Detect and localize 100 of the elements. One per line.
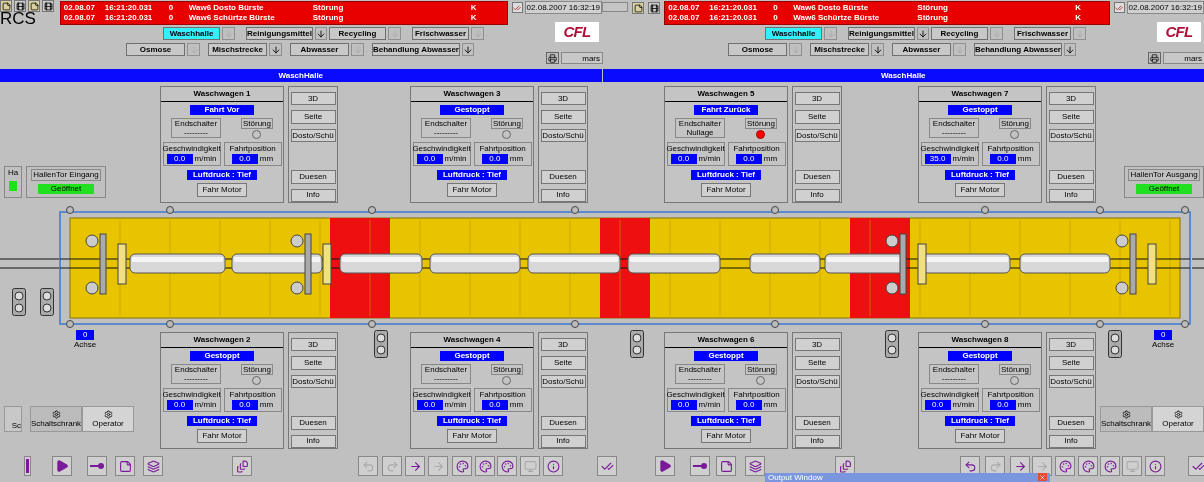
side-button[interactable]: Info [794, 188, 840, 203]
motor-button[interactable]: Fahr Motor [955, 183, 1005, 197]
nav-button[interactable]: Frischwasser [1014, 27, 1071, 40]
side-button[interactable]: Dosto/Schü [794, 374, 840, 389]
side-button[interactable]: Seite [290, 356, 336, 370]
side-button[interactable]: Duesen [540, 416, 586, 430]
side-button[interactable]: Seite [1048, 110, 1094, 124]
nav-button[interactable]: Recycling [329, 27, 386, 40]
cabinet-button[interactable]: Schaltschrank [30, 406, 82, 432]
checkmark-icon[interactable] [597, 456, 617, 476]
side-button[interactable]: Seite [290, 110, 336, 124]
motor-button[interactable]: Fahr Motor [447, 183, 497, 197]
note-icon[interactable] [28, 0, 40, 12]
side-button[interactable]: Info [290, 434, 336, 449]
printer-icon[interactable] [546, 52, 559, 64]
side-button[interactable]: Duesen [794, 416, 840, 430]
side-button[interactable]: Info [794, 434, 840, 449]
film-icon[interactable] [14, 0, 26, 12]
side-button[interactable]: 3D [290, 338, 336, 352]
side-button[interactable]: 3D [1048, 92, 1094, 106]
side-button[interactable]: Seite [794, 356, 840, 370]
nav-button[interactable]: Abwasser [290, 43, 349, 56]
palette-icon[interactable] [497, 456, 517, 476]
nav-button[interactable]: Recycling [931, 27, 988, 40]
printer-icon[interactable] [1148, 52, 1161, 64]
side-button[interactable]: Duesen [794, 170, 840, 184]
side-button[interactable]: 3D [290, 92, 336, 106]
motor-button[interactable]: Fahr Motor [197, 429, 247, 443]
side-button[interactable]: Dosto/Schü [794, 128, 840, 143]
key-icon[interactable] [690, 456, 710, 476]
side-button[interactable]: 3D [540, 338, 586, 352]
key-icon[interactable] [87, 456, 107, 476]
bar-icon[interactable] [24, 456, 31, 476]
stack-icon[interactable] [745, 456, 765, 476]
motor-button[interactable]: Fahr Motor [701, 429, 751, 443]
nav-button[interactable]: Osmose [728, 43, 787, 56]
cabinet-button[interactable]: Operator [1152, 406, 1204, 432]
checkmark-icon[interactable] [511, 2, 523, 13]
note-icon[interactable] [0, 0, 12, 12]
side-button[interactable]: Info [540, 434, 586, 449]
film-icon[interactable] [42, 0, 54, 12]
nav-button[interactable]: Waschhalle [163, 27, 220, 40]
side-button[interactable]: 3D [540, 92, 586, 106]
side-button[interactable]: 3D [794, 338, 840, 352]
palette-icon[interactable] [1100, 456, 1120, 476]
side-button[interactable]: Info [1048, 434, 1094, 449]
play-icon[interactable] [52, 456, 72, 476]
palette-icon[interactable] [452, 456, 472, 476]
nav-button[interactable]: Behandlung Abwasser [372, 43, 460, 56]
side-button[interactable]: Duesen [1048, 416, 1094, 430]
nav-button[interactable]: Behandlung Abwasser [974, 43, 1062, 56]
nav-button[interactable]: Reinigungsmittel [246, 27, 313, 40]
note-icon[interactable] [115, 456, 135, 476]
side-button[interactable]: Duesen [540, 170, 586, 184]
nav-button[interactable]: Mischstrecke [208, 43, 267, 56]
info-icon[interactable] [543, 456, 563, 476]
side-button[interactable]: Dosto/Schü [290, 374, 336, 389]
nav-button[interactable]: Osmose [126, 43, 185, 56]
side-button[interactable]: Seite [540, 110, 586, 124]
side-button[interactable]: Info [290, 188, 336, 203]
side-button[interactable]: Seite [794, 110, 840, 124]
motor-button[interactable]: Fahr Motor [197, 183, 247, 197]
play-icon[interactable] [655, 456, 675, 476]
stack-icon[interactable] [143, 456, 163, 476]
side-button[interactable]: Duesen [1048, 170, 1094, 184]
palette-icon[interactable] [1078, 456, 1098, 476]
palette-icon[interactable] [1055, 456, 1075, 476]
side-button[interactable]: 3D [794, 92, 840, 106]
info-icon[interactable] [1145, 456, 1165, 476]
side-button[interactable]: Duesen [290, 416, 336, 430]
arrow-right-icon[interactable] [405, 456, 425, 476]
cabinet-button[interactable]: Operator [82, 406, 134, 432]
side-button[interactable]: Dosto/Schü [540, 374, 586, 389]
film-icon[interactable] [648, 2, 660, 14]
motor-button[interactable]: Fahr Motor [447, 429, 497, 443]
side-button[interactable]: Duesen [290, 170, 336, 184]
note-icon[interactable] [632, 2, 644, 14]
cabinet-button[interactable]: Schaltschrank [1100, 406, 1152, 432]
arrow-right-icon[interactable] [1010, 456, 1030, 476]
side-button[interactable]: Info [540, 188, 586, 203]
undo-icon[interactable] [960, 456, 980, 476]
nav-button[interactable]: Frischwasser [412, 27, 469, 40]
note-icon[interactable] [716, 456, 736, 476]
palette-icon[interactable] [475, 456, 495, 476]
nav-button[interactable]: Abwasser [892, 43, 951, 56]
document-icon[interactable] [835, 456, 855, 476]
side-button[interactable]: Dosto/Schü [1048, 374, 1094, 389]
side-button[interactable]: Dosto/Schü [1048, 128, 1094, 143]
motor-button[interactable]: Fahr Motor [701, 183, 751, 197]
text-field[interactable] [602, 2, 628, 12]
nav-button[interactable]: Mischstrecke [810, 43, 869, 56]
nav-button[interactable]: Waschhalle [765, 27, 822, 40]
nav-button[interactable]: Reinigungsmittel [848, 27, 915, 40]
side-button[interactable]: Dosto/Schü [290, 128, 336, 143]
side-button[interactable]: Dosto/Schü [540, 128, 586, 143]
side-button[interactable]: Info [1048, 188, 1094, 203]
checkmark-icon[interactable] [1188, 456, 1204, 476]
checkmark-icon[interactable] [1113, 2, 1125, 13]
side-button[interactable]: Seite [540, 356, 586, 370]
motor-button[interactable]: Fahr Motor [955, 429, 1005, 443]
